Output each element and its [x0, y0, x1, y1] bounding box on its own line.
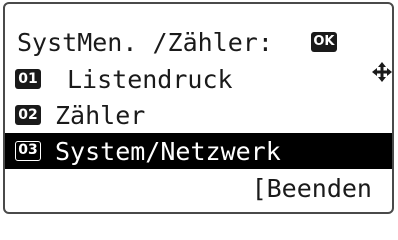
menu-item-label: Zähler: [55, 100, 146, 130]
menu-item-listendruck[interactable]: 01 Listendruck: [5, 61, 392, 97]
ok-key-icon: OK: [310, 32, 337, 52]
menu-item-zaehler[interactable]: 02 Zähler: [5, 97, 392, 133]
softkey-bar: [Beenden: [5, 170, 392, 206]
page-title: SystMen. /Zähler:: [17, 27, 273, 57]
menu-item-system-netzwerk[interactable]: 03 System/Netzwerk: [5, 133, 392, 169]
exit-softkey[interactable]: [Beenden: [252, 174, 372, 203]
menu-item-label: System/Netzwerk: [55, 136, 281, 166]
item-number-badge: 01: [15, 69, 41, 89]
menu-item-label: Listendruck: [67, 64, 233, 94]
menu-header: SystMen. /Zähler: OK: [17, 24, 392, 82]
four-way-arrows-icon: [281, 31, 392, 82]
item-number-badge: 02: [15, 105, 41, 125]
lcd-panel: SystMen. /Zähler: OK 01 Listendruck 02 Z…: [3, 2, 394, 214]
item-number-badge: 03: [15, 141, 41, 161]
